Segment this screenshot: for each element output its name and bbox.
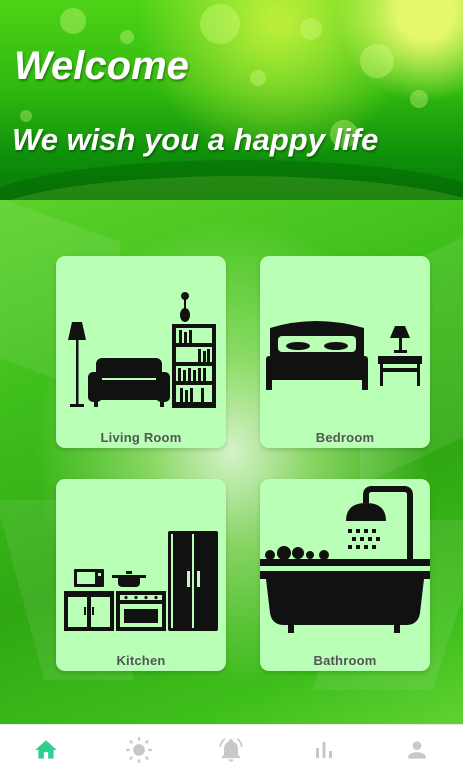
room-label-bedroom: Bedroom [315, 430, 375, 445]
bathroom-icon [260, 486, 430, 633]
nav-notifications[interactable] [211, 730, 251, 770]
kitchen-icon [64, 531, 218, 631]
home-icon [35, 740, 58, 759]
bedroom-icon [266, 321, 422, 390]
nav-statistics[interactable] [304, 730, 344, 770]
statistics-icon [316, 742, 333, 758]
welcome-title: Welcome [14, 44, 189, 88]
room-card-kitchen[interactable]: Kitchen [56, 479, 226, 671]
room-label-living-room: Living Room [100, 430, 182, 445]
light-icon [126, 737, 152, 763]
room-label-bathroom: Bathroom [313, 653, 377, 668]
nav-light[interactable] [119, 730, 159, 770]
notification-bell-icon [219, 738, 244, 762]
profile-icon [408, 741, 426, 759]
bottom-navigation [0, 724, 463, 775]
room-card-bedroom[interactable]: Bedroom [260, 256, 430, 448]
living-room-icon [68, 292, 216, 408]
nav-profile[interactable] [397, 730, 437, 770]
room-card-bathroom[interactable]: Bathroom [260, 479, 430, 671]
header-banner: Welcome We wish you a happy life [0, 0, 463, 200]
room-label-kitchen: Kitchen [116, 653, 166, 668]
nav-home[interactable] [26, 730, 66, 770]
rooms-area: Living Room Bedroom Kitchen Bathroom [0, 200, 463, 724]
room-card-living-room[interactable]: Living Room [56, 256, 226, 448]
tagline-text: We wish you a happy life [12, 122, 379, 157]
